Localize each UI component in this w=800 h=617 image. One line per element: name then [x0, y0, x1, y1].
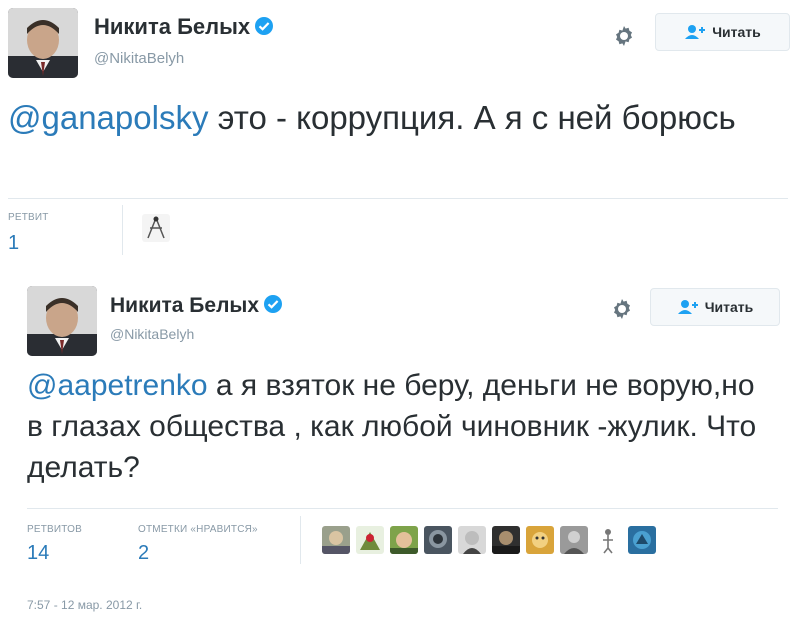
- follow-button[interactable]: Читать: [650, 288, 780, 326]
- retweeter-avatar[interactable]: [356, 526, 384, 554]
- author-name-text[interactable]: Никита Белых: [110, 294, 259, 317]
- retweeter-avatar[interactable]: [594, 526, 622, 554]
- add-user-icon: [677, 300, 698, 314]
- follow-label: Читать: [704, 299, 754, 315]
- verified-badge-icon: [264, 295, 283, 313]
- tweet-card-2: Никита Белых @NikitaBelyh Читать @aapetr…: [0, 270, 800, 617]
- author-handle[interactable]: @NikitaBelyh: [94, 50, 184, 67]
- add-user-icon: [685, 25, 706, 39]
- retweeter-avatar[interactable]: [142, 214, 170, 242]
- author-name[interactable]: Никита Белых: [110, 294, 283, 318]
- retweeter-avatar[interactable]: [560, 526, 588, 554]
- mention-link[interactable]: @aapetrenko: [27, 369, 208, 402]
- retweeter-avatar[interactable]: [526, 526, 554, 554]
- retweets-label: РЕТВИТ: [8, 212, 49, 223]
- retweets-label: РЕТВИТОВ: [27, 524, 83, 535]
- stats-separator: [122, 205, 123, 255]
- tweet-timestamp[interactable]: 7:57 - 12 мар. 2012 г.: [27, 598, 142, 612]
- author-handle[interactable]: @NikitaBelyh: [110, 326, 194, 342]
- retweeter-avatar[interactable]: [458, 526, 486, 554]
- author-avatar[interactable]: [8, 8, 78, 78]
- follow-button[interactable]: Читать: [655, 13, 790, 51]
- likes-count[interactable]: 2: [138, 542, 149, 565]
- retweeter-avatar[interactable]: [390, 526, 418, 554]
- gear-icon[interactable]: [612, 24, 636, 48]
- tweet-text: @ganapolsky это - коррупция. А я с ней б…: [8, 97, 788, 139]
- author-name[interactable]: Никита Белых: [94, 14, 274, 40]
- stats-divider: [8, 198, 788, 199]
- tweet-text: @aapetrenko а я взяток не беру, деньги н…: [27, 365, 777, 488]
- stats-separator: [300, 516, 301, 564]
- author-avatar[interactable]: [27, 286, 97, 356]
- retweeter-avatar[interactable]: [322, 526, 350, 554]
- verified-badge-icon: [255, 17, 274, 35]
- follow-label: Читать: [712, 24, 761, 40]
- gear-icon[interactable]: [610, 297, 634, 321]
- tweet-card-1: Никита Белых @NikitaBelyh Читать @ganapo…: [0, 0, 800, 262]
- likes-label: ОТМЕТКИ «НРАВИТСЯ»: [138, 524, 258, 535]
- retweeter-avatar[interactable]: [424, 526, 452, 554]
- retweets-count[interactable]: 14: [27, 542, 49, 565]
- retweeter-avatar[interactable]: [628, 526, 656, 554]
- retweets-count[interactable]: 1: [8, 232, 19, 255]
- tweet-body: это - коррупция. А я с ней борюсь: [208, 99, 736, 136]
- retweeter-avatar[interactable]: [492, 526, 520, 554]
- stats-divider: [27, 508, 778, 509]
- author-name-text[interactable]: Никита Белых: [94, 14, 250, 39]
- mention-link[interactable]: @ganapolsky: [8, 99, 208, 136]
